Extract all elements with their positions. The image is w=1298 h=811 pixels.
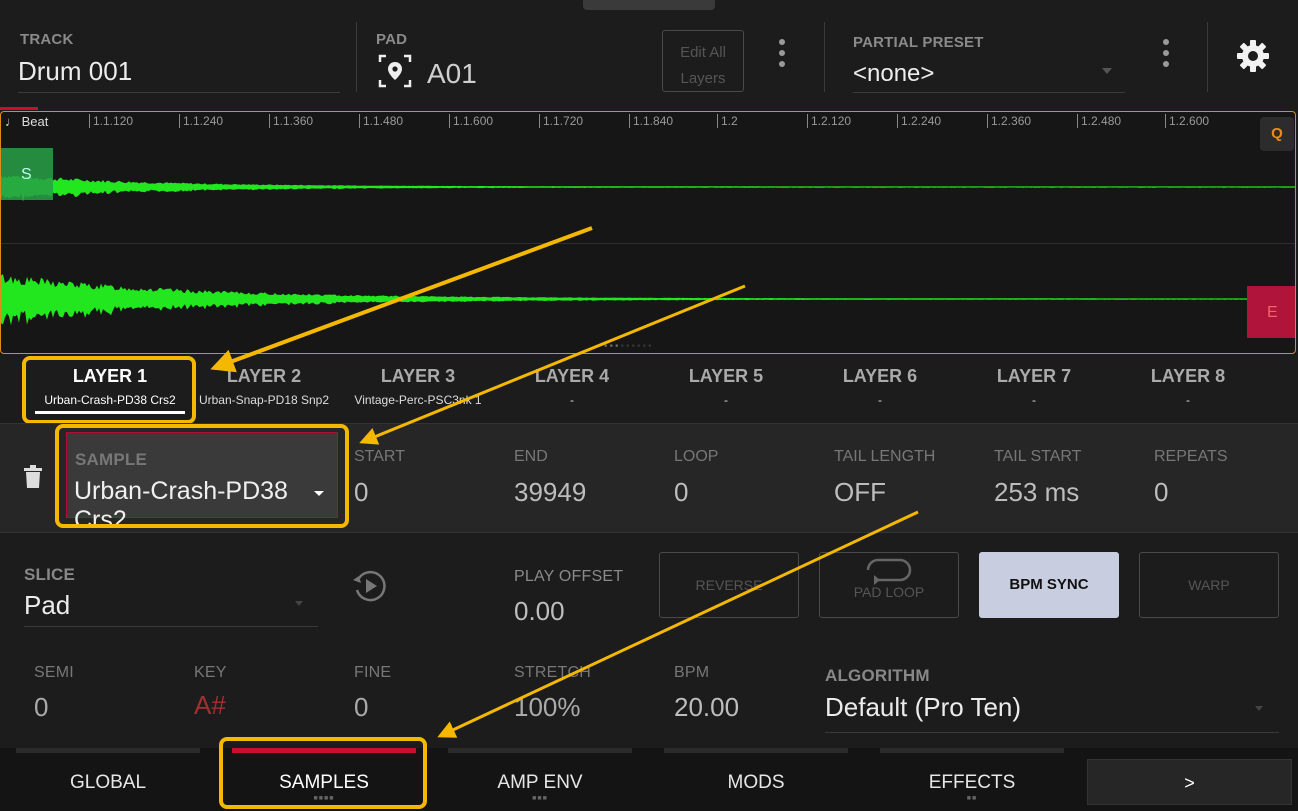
trash-icon[interactable] — [24, 465, 42, 489]
highlight-sample-select — [55, 424, 349, 528]
pad-value[interactable]: A01 — [427, 58, 477, 90]
play-offset-value[interactable]: 0.00 — [514, 596, 565, 627]
bpm-value[interactable]: 20.00 — [674, 692, 739, 723]
layer-tab-2[interactable]: LAYER 2 Urban-Snap-PD18 Snp2 — [184, 362, 344, 418]
field-value[interactable]: 0 — [354, 477, 368, 508]
layer-tab-label: LAYER 8 — [1150, 366, 1226, 386]
tab-label: GLOBAL — [69, 772, 147, 793]
bpm-sync-button[interactable]: BPM SYNC — [979, 552, 1119, 618]
field-label: LOOP — [674, 448, 719, 465]
bpm-label: BPM — [674, 664, 710, 681]
edit-all-layers-button[interactable]: Edit All Layers — [662, 30, 744, 92]
field-label: TAIL LENGTH — [834, 448, 936, 465]
key-value[interactable]: A# — [194, 690, 226, 721]
layer-tab-label: LAYER 6 — [842, 366, 918, 386]
semi-label: SEMI — [34, 664, 74, 681]
tab-global[interactable]: GLOBAL — [0, 748, 216, 811]
slice-select[interactable]: Pad — [24, 590, 318, 627]
layer-tab-label: LAYER 2 — [226, 366, 302, 386]
preset-menu-icon[interactable] — [1163, 34, 1169, 72]
field-value[interactable]: 253 ms — [994, 477, 1079, 508]
layer-tab-sample: - — [1032, 393, 1036, 407]
tab-mods[interactable]: MODS — [648, 748, 864, 811]
waveform-plot — [1, 174, 1295, 326]
reverse-button[interactable]: REVERSE — [659, 552, 799, 618]
field-label: START — [354, 448, 405, 465]
play-offset-label: PLAY OFFSET — [514, 568, 624, 585]
start-marker[interactable]: S — [1, 148, 53, 200]
layer-tab-sample: - — [724, 393, 728, 407]
stretch-label: STRETCH — [514, 664, 591, 681]
layer-tab-label: LAYER 4 — [534, 366, 610, 386]
partial-preset-label: PARTIAL PRESET — [853, 34, 984, 51]
key-label: KEY — [194, 664, 227, 681]
field-label: REPEATS — [1154, 448, 1228, 465]
field-value[interactable]: 39949 — [514, 477, 586, 508]
layer-tab-sample: Vintage-Perc-PSC3nk 1 — [354, 393, 482, 407]
highlight-layer-1 — [22, 356, 196, 424]
chevron-down-icon — [295, 601, 303, 606]
top-handle[interactable] — [583, 0, 715, 10]
warp-button[interactable]: WARP — [1139, 552, 1279, 618]
page-dots: ••••••••• — [604, 341, 654, 352]
field-label: TAIL START — [994, 448, 1082, 465]
chevron-down-icon — [1255, 706, 1263, 711]
tab-label: AMP ENV — [497, 772, 583, 793]
layer-tab-label: LAYER 7 — [996, 366, 1072, 386]
tab-next[interactable]: > — [1087, 759, 1292, 805]
layer-tab-3[interactable]: LAYER 3 Vintage-Perc-PSC3nk 1 — [338, 362, 498, 418]
layer-tab-6[interactable]: LAYER 6 - — [800, 362, 960, 418]
layer-tab-5[interactable]: LAYER 5 - — [646, 362, 806, 418]
tab-effects[interactable]: EFFECTS ■■ — [864, 748, 1080, 811]
algorithm-select[interactable]: Default (Pro Ten) — [825, 692, 1279, 733]
gear-icon[interactable] — [1235, 38, 1271, 74]
field-value[interactable]: 0 — [674, 477, 688, 508]
chevron-down-icon — [1102, 68, 1112, 74]
layer-tab-7[interactable]: LAYER 7 - — [954, 362, 1114, 418]
layer-tab-4[interactable]: LAYER 4 - — [492, 362, 652, 418]
fine-value[interactable]: 0 — [354, 692, 368, 723]
pad-locate-icon[interactable] — [378, 54, 412, 88]
stretch-value[interactable]: 100% — [514, 692, 581, 723]
layer-tab-label: LAYER 5 — [688, 366, 764, 386]
waveform-view[interactable]: ♩ Beat 1.1.120 1.1.240 1.1.360 1.1.480 1.1.6… — [0, 111, 1296, 354]
layer-tab-sample: - — [878, 393, 882, 407]
field-value[interactable]: 0 — [1154, 477, 1168, 508]
quantize-marker[interactable]: Q — [1260, 117, 1294, 151]
layer-tab-label: LAYER 3 — [380, 366, 456, 386]
tab-label: > — [1184, 773, 1195, 793]
layer-tab-sample: - — [1186, 393, 1190, 407]
layer-tab-sample: - — [570, 393, 574, 407]
layer-tab-sample: Urban-Snap-PD18 Snp2 — [198, 393, 330, 407]
end-marker[interactable]: E — [1247, 286, 1295, 338]
partial-preset-select[interactable]: <none> — [853, 60, 1125, 93]
semi-value[interactable]: 0 — [34, 692, 48, 723]
tab-amp-env[interactable]: AMP ENV ■■■ — [432, 748, 648, 811]
playhead-indicator — [0, 107, 38, 110]
replay-icon[interactable] — [350, 566, 390, 606]
fine-label: FINE — [354, 664, 392, 681]
tab-label: MODS — [727, 772, 785, 793]
field-value[interactable]: OFF — [834, 477, 886, 508]
track-label: TRACK — [20, 31, 74, 48]
layers-menu-icon[interactable] — [779, 34, 785, 72]
track-value[interactable]: Drum 001 — [18, 56, 340, 93]
algorithm-label: ALGORITHM — [825, 666, 930, 685]
layer-tab-8[interactable]: LAYER 8 - — [1108, 362, 1268, 418]
slice-label: SLICE — [24, 565, 76, 584]
pad-loop-button[interactable]: PAD LOOP — [819, 552, 959, 618]
field-label: END — [514, 448, 548, 465]
highlight-samples-tab — [219, 737, 427, 809]
tab-label: EFFECTS — [928, 772, 1016, 793]
pad-label: PAD — [376, 31, 408, 48]
